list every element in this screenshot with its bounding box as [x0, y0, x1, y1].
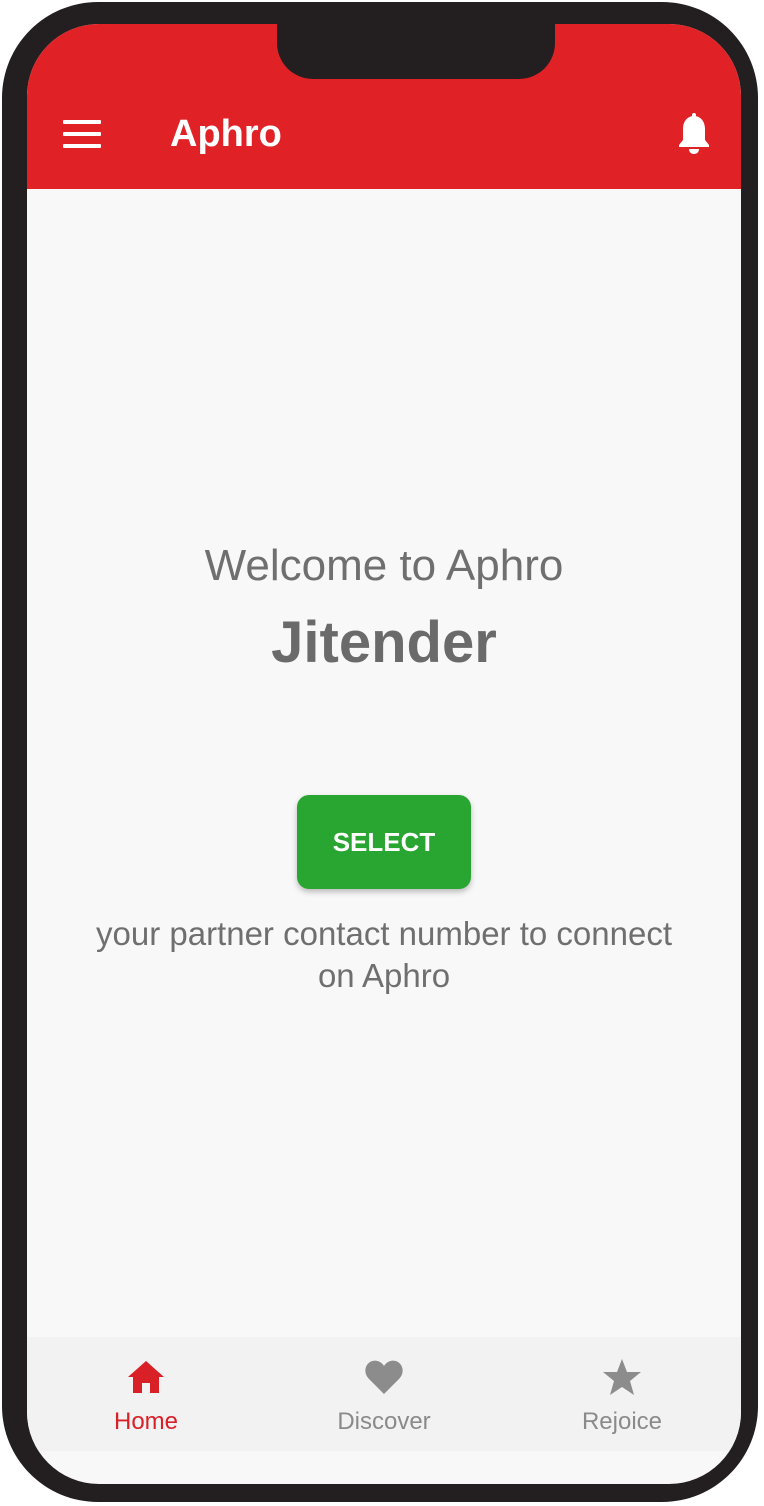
bottom-navigation: Home Discover Rejoice — [27, 1337, 741, 1451]
nav-item-discover[interactable]: Discover — [265, 1337, 503, 1451]
phone-notch — [277, 24, 555, 79]
nav-label-rejoice: Rejoice — [581, 1408, 663, 1435]
nav-item-rejoice[interactable]: Rejoice — [503, 1337, 741, 1451]
nav-item-home[interactable]: Home — [27, 1337, 265, 1451]
nav-label-discover: Discover — [337, 1408, 431, 1435]
star-icon — [602, 1357, 642, 1397]
select-partner-button[interactable]: SELECT — [297, 795, 471, 889]
app-title: Aphro — [170, 113, 282, 155]
heart-icon — [364, 1357, 404, 1397]
hamburger-menu-icon[interactable] — [63, 120, 101, 148]
bell-icon[interactable] — [677, 113, 711, 155]
phone-frame: Aphro Welcome to Aphro Jitender SELECT y… — [2, 2, 758, 1502]
welcome-text: Welcome to Aphro — [204, 541, 564, 590]
user-name: Jitender — [271, 610, 497, 675]
home-icon — [126, 1357, 166, 1397]
nav-label-home: Home — [113, 1408, 179, 1435]
instruction-text: your partner contact number to connect o… — [96, 915, 672, 994]
app-screen: Aphro Welcome to Aphro Jitender SELECT y… — [27, 24, 741, 1484]
